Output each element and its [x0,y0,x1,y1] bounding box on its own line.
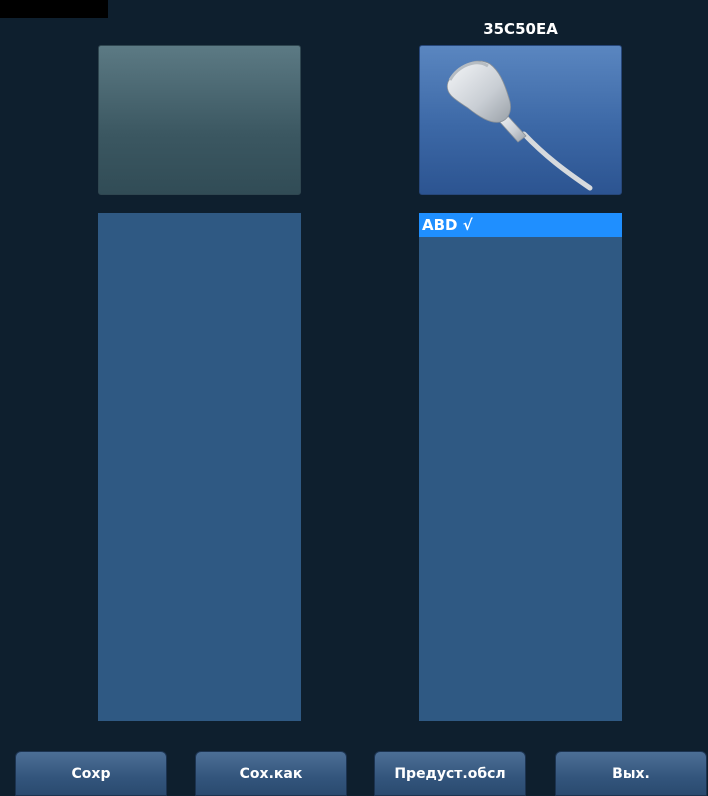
probe-slot-right[interactable] [419,45,622,195]
top-left-bar [0,0,108,18]
exam-list-right[interactable]: ABD √ [419,213,622,721]
exit-button[interactable]: Вых. [555,751,707,796]
save-as-button[interactable]: Сох.как [195,751,347,796]
save-button[interactable]: Сохр [15,751,167,796]
probe-slot-left[interactable] [98,45,301,195]
exam-preset-button[interactable]: Предуст.обсл [374,751,526,796]
exam-item-abd[interactable]: ABD √ [419,213,622,237]
convex-probe-icon [446,60,593,191]
bottom-button-bar: Сохр Сох.как Предуст.обсл Вых. [0,751,708,796]
exam-list-left[interactable] [98,213,301,721]
probe-name-right: 35C50EA [483,20,558,38]
